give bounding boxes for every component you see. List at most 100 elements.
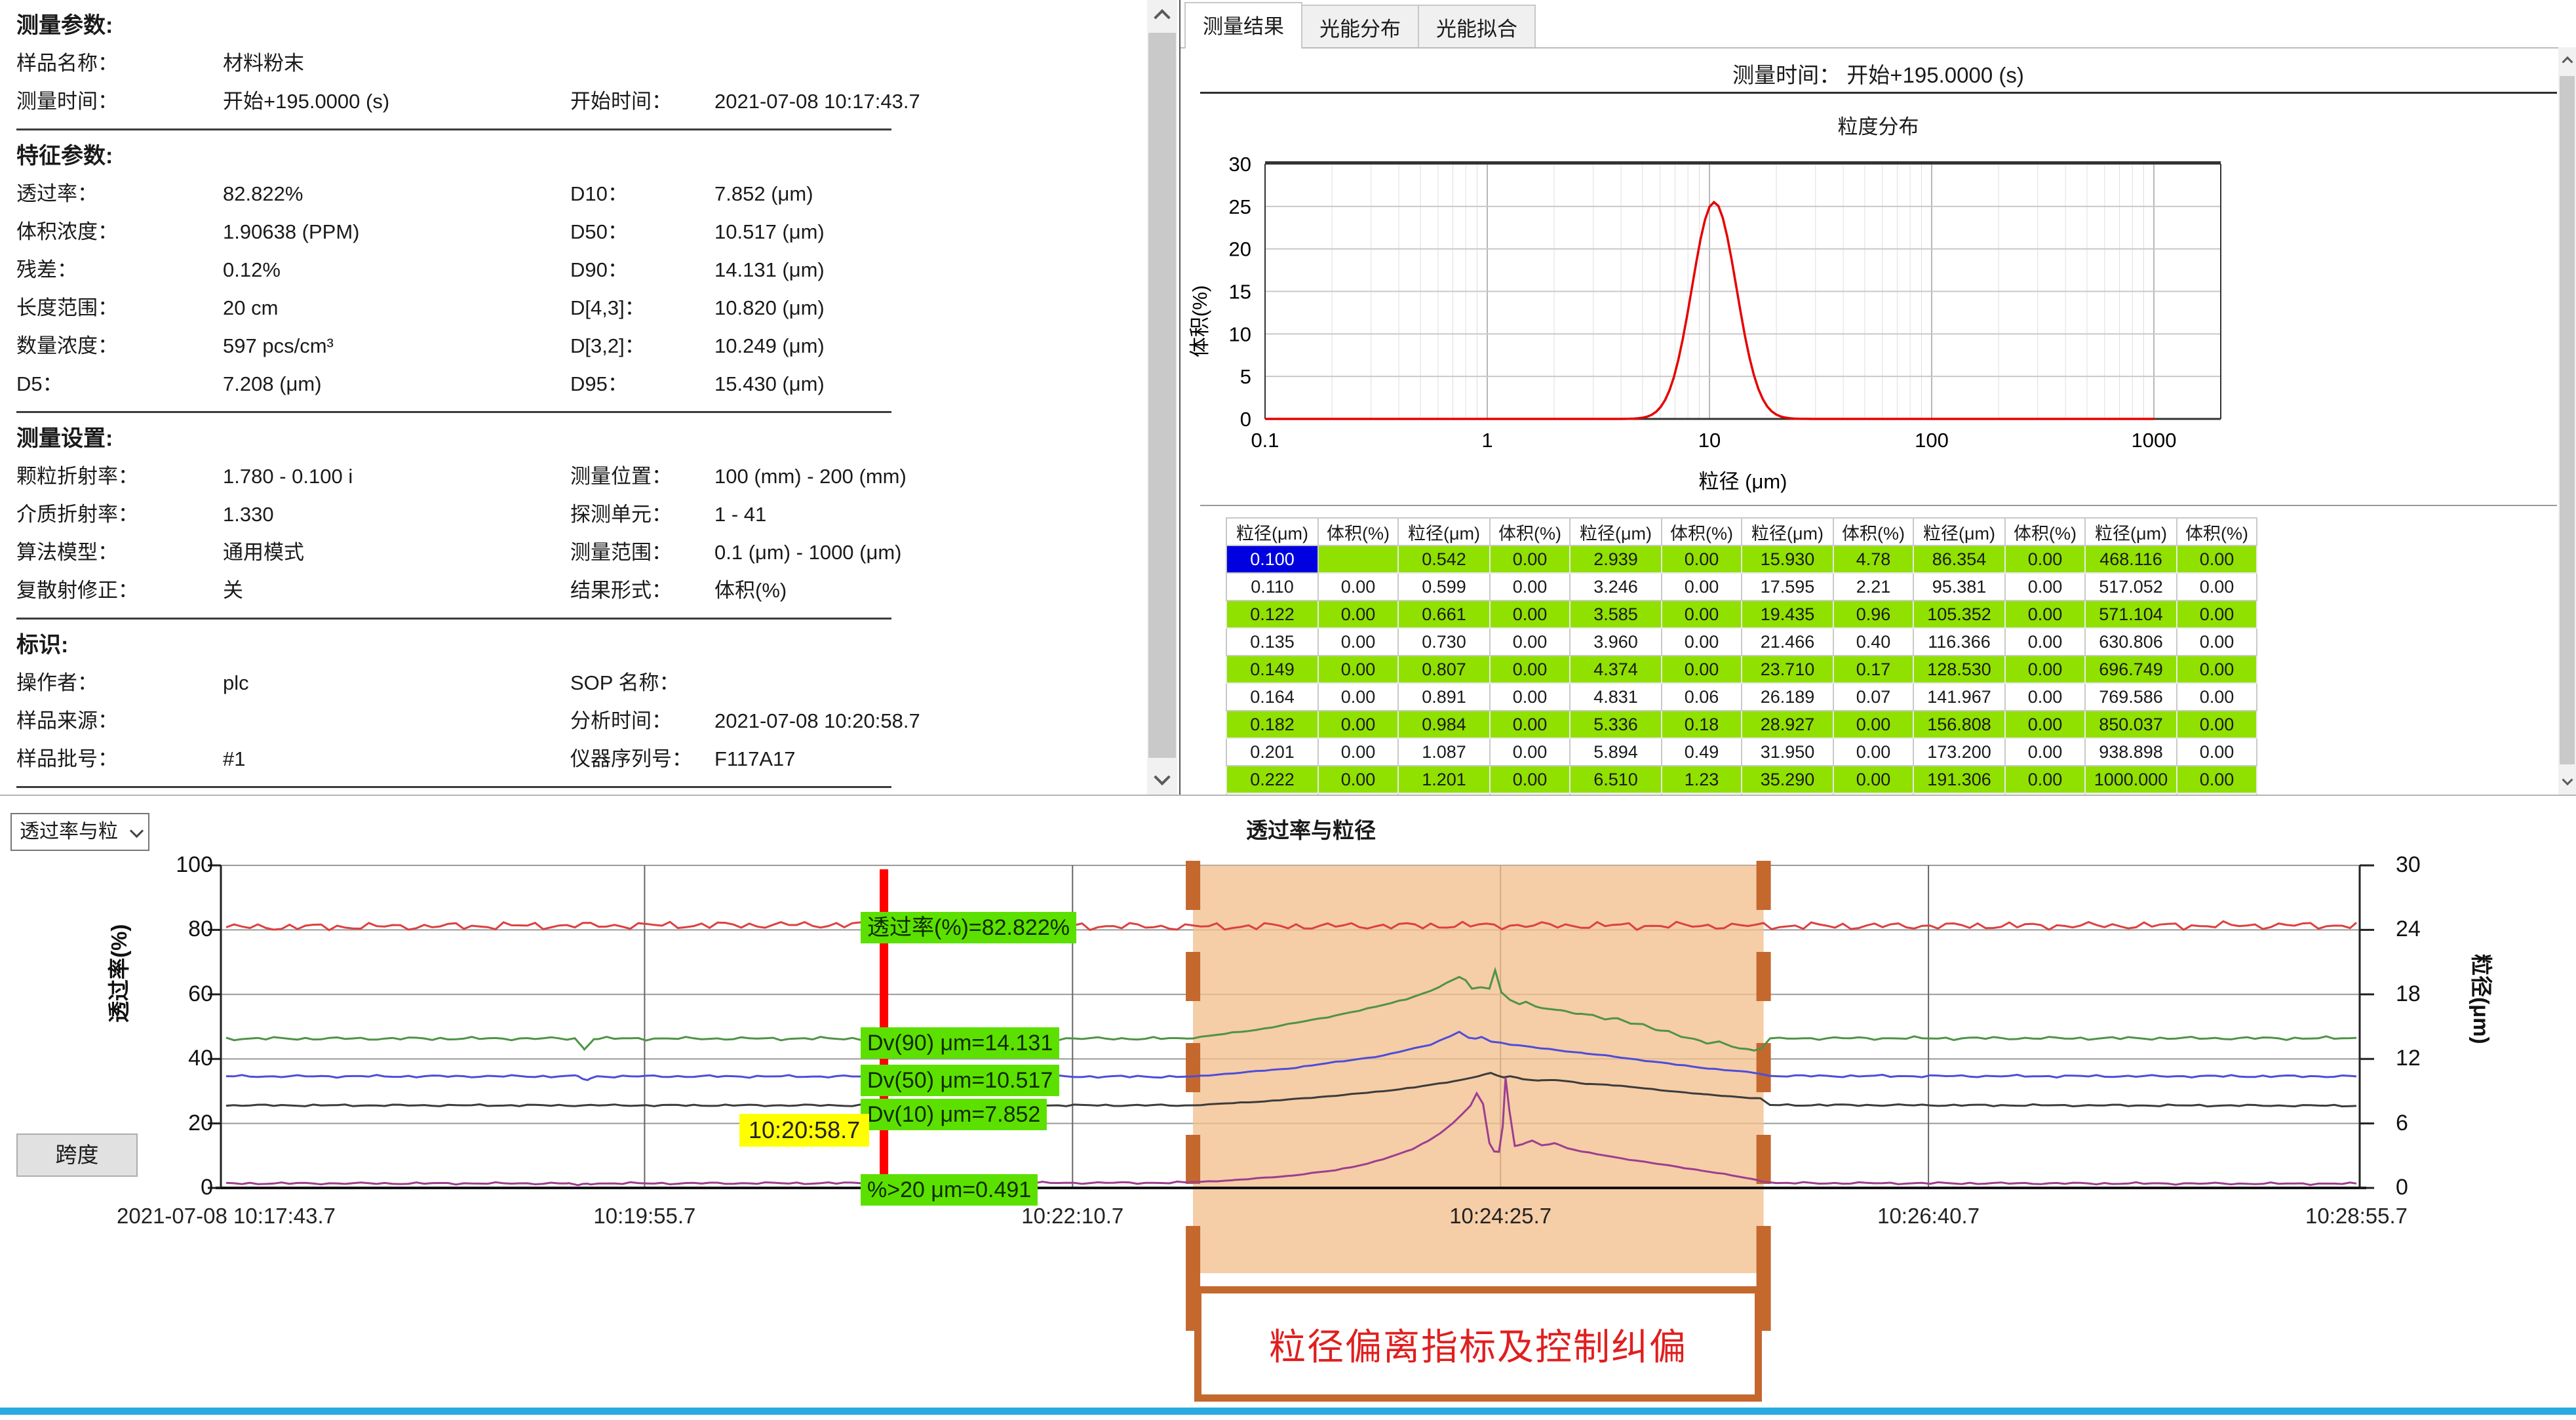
- table-cell[interactable]: 0.00: [1490, 683, 1570, 711]
- table-cell[interactable]: 0.00: [2005, 738, 2085, 766]
- table-cell[interactable]: 26.189: [1742, 683, 1833, 711]
- table-cell[interactable]: 0.00: [2177, 766, 2257, 793]
- tab-测量结果[interactable]: 测量结果: [1184, 2, 1302, 49]
- table-cell[interactable]: 21.466: [1742, 628, 1833, 656]
- scroll-up-button[interactable]: [1147, 0, 1177, 30]
- table-cell[interactable]: 0.00: [2005, 766, 2085, 793]
- table-cell[interactable]: 86.354: [1913, 545, 2005, 573]
- table-cell[interactable]: 0.17: [1833, 656, 1913, 683]
- table-cell[interactable]: 0.18: [1662, 711, 1742, 738]
- table-cell[interactable]: 0.00: [1490, 628, 1570, 656]
- region-resize-handle[interactable]: [1186, 1135, 1200, 1184]
- table-cell[interactable]: [1318, 545, 1398, 573]
- table-cell[interactable]: 696.749: [2085, 656, 2177, 683]
- table-cell[interactable]: 468.116: [2085, 545, 2177, 573]
- table-cell[interactable]: 0.100: [1226, 545, 1318, 573]
- table-cell[interactable]: 116.366: [1913, 628, 2005, 656]
- scroll-down-button[interactable]: [2558, 768, 2576, 795]
- table-cell[interactable]: 0.00: [2177, 545, 2257, 573]
- table-cell[interactable]: 0.00: [1490, 601, 1570, 628]
- table-cell[interactable]: 0.599: [1398, 573, 1490, 601]
- table-cell[interactable]: 0.00: [1662, 656, 1742, 683]
- table-cell[interactable]: 105.352: [1913, 601, 2005, 628]
- table-cell[interactable]: 1.201: [1398, 766, 1490, 793]
- table-cell[interactable]: 95.381: [1913, 573, 2005, 601]
- table-cell[interactable]: 3.585: [1570, 601, 1662, 628]
- table-cell[interactable]: 0.110: [1226, 573, 1318, 601]
- table-cell[interactable]: 0.00: [1662, 545, 1742, 573]
- table-cell[interactable]: 3.246: [1570, 573, 1662, 601]
- table-cell[interactable]: 0.00: [2177, 601, 2257, 628]
- table-cell[interactable]: 173.200: [1913, 738, 2005, 766]
- table-cell[interactable]: 0.00: [2177, 683, 2257, 711]
- table-cell[interactable]: 0.40: [1833, 628, 1913, 656]
- table-cell[interactable]: 0.149: [1226, 656, 1318, 683]
- table-cell[interactable]: 0.00: [1490, 738, 1570, 766]
- table-cell[interactable]: 0.00: [1318, 656, 1398, 683]
- table-cell[interactable]: 1.23: [1662, 766, 1742, 793]
- table-cell[interactable]: 141.967: [1913, 683, 2005, 711]
- table-cell[interactable]: 0.00: [1318, 601, 1398, 628]
- table-cell[interactable]: 0.891: [1398, 683, 1490, 711]
- region-resize-handle[interactable]: [1757, 952, 1771, 1001]
- span-button[interactable]: 跨度: [16, 1134, 138, 1177]
- table-cell[interactable]: 15.930: [1742, 545, 1833, 573]
- table-cell[interactable]: 0.00: [1490, 545, 1570, 573]
- table-cell[interactable]: 0.984: [1398, 711, 1490, 738]
- table-cell[interactable]: 0.00: [1318, 573, 1398, 601]
- table-cell[interactable]: 0.807: [1398, 656, 1490, 683]
- table-cell[interactable]: 0.00: [1318, 766, 1398, 793]
- table-cell[interactable]: 0.135: [1226, 628, 1318, 656]
- table-cell[interactable]: 0.00: [2005, 711, 2085, 738]
- table-cell[interactable]: 191.306: [1913, 766, 2005, 793]
- table-cell[interactable]: 0.00: [1662, 601, 1742, 628]
- table-cell[interactable]: 4.374: [1570, 656, 1662, 683]
- table-cell[interactable]: 6.510: [1570, 766, 1662, 793]
- deviation-note-box[interactable]: 粒径偏离指标及控制纠偏: [1194, 1286, 1762, 1402]
- table-cell[interactable]: 0.00: [1490, 573, 1570, 601]
- scroll-thumb[interactable]: [1148, 33, 1176, 758]
- table-cell[interactable]: 0.182: [1226, 711, 1318, 738]
- table-cell[interactable]: 850.037: [2085, 711, 2177, 738]
- table-cell[interactable]: 0.00: [2005, 573, 2085, 601]
- scroll-thumb[interactable]: [2560, 76, 2575, 764]
- table-cell[interactable]: 0.164: [1226, 683, 1318, 711]
- table-cell[interactable]: 0.00: [2005, 601, 2085, 628]
- region-resize-handle[interactable]: [1186, 952, 1200, 1001]
- table-cell[interactable]: 769.586: [2085, 683, 2177, 711]
- table-cell[interactable]: 0.00: [1833, 711, 1913, 738]
- table-cell[interactable]: 0.07: [1833, 683, 1913, 711]
- table-cell[interactable]: 0.122: [1226, 601, 1318, 628]
- table-cell[interactable]: 0.00: [2177, 738, 2257, 766]
- table-cell[interactable]: 0.00: [1490, 766, 1570, 793]
- table-cell[interactable]: 5.894: [1570, 738, 1662, 766]
- tab-光能拟合[interactable]: 光能拟合: [1418, 5, 1536, 49]
- table-cell[interactable]: 0.222: [1226, 766, 1318, 793]
- table-cell[interactable]: 0.00: [1662, 628, 1742, 656]
- table-cell[interactable]: 0.00: [2177, 573, 2257, 601]
- scroll-up-button[interactable]: [2558, 47, 2576, 73]
- table-cell[interactable]: 0.00: [1318, 628, 1398, 656]
- scroll-down-button[interactable]: [1147, 764, 1177, 795]
- table-cell[interactable]: 0.00: [2177, 628, 2257, 656]
- table-cell[interactable]: 0.00: [2177, 711, 2257, 738]
- region-resize-handle[interactable]: [1186, 1043, 1200, 1092]
- region-resize-handle[interactable]: [1757, 1135, 1771, 1184]
- table-cell[interactable]: 17.595: [1742, 573, 1833, 601]
- table-cell[interactable]: 5.336: [1570, 711, 1662, 738]
- table-cell[interactable]: 0.00: [2005, 683, 2085, 711]
- table-cell[interactable]: 19.435: [1742, 601, 1833, 628]
- region-resize-handle[interactable]: [1757, 1043, 1771, 1092]
- table-cell[interactable]: 4.78: [1833, 545, 1913, 573]
- table-cell[interactable]: 0.00: [1833, 766, 1913, 793]
- table-cell[interactable]: 630.806: [2085, 628, 2177, 656]
- table-cell[interactable]: 938.898: [2085, 738, 2177, 766]
- table-cell[interactable]: 0.00: [2177, 656, 2257, 683]
- table-cell[interactable]: 1000.000: [2085, 766, 2177, 793]
- table-cell[interactable]: 0.201: [1226, 738, 1318, 766]
- table-cell[interactable]: 1.087: [1398, 738, 1490, 766]
- table-cell[interactable]: 0.00: [2005, 545, 2085, 573]
- table-cell[interactable]: 0.542: [1398, 545, 1490, 573]
- table-cell[interactable]: 517.052: [2085, 573, 2177, 601]
- right-panel-scrollbar[interactable]: [2558, 47, 2576, 795]
